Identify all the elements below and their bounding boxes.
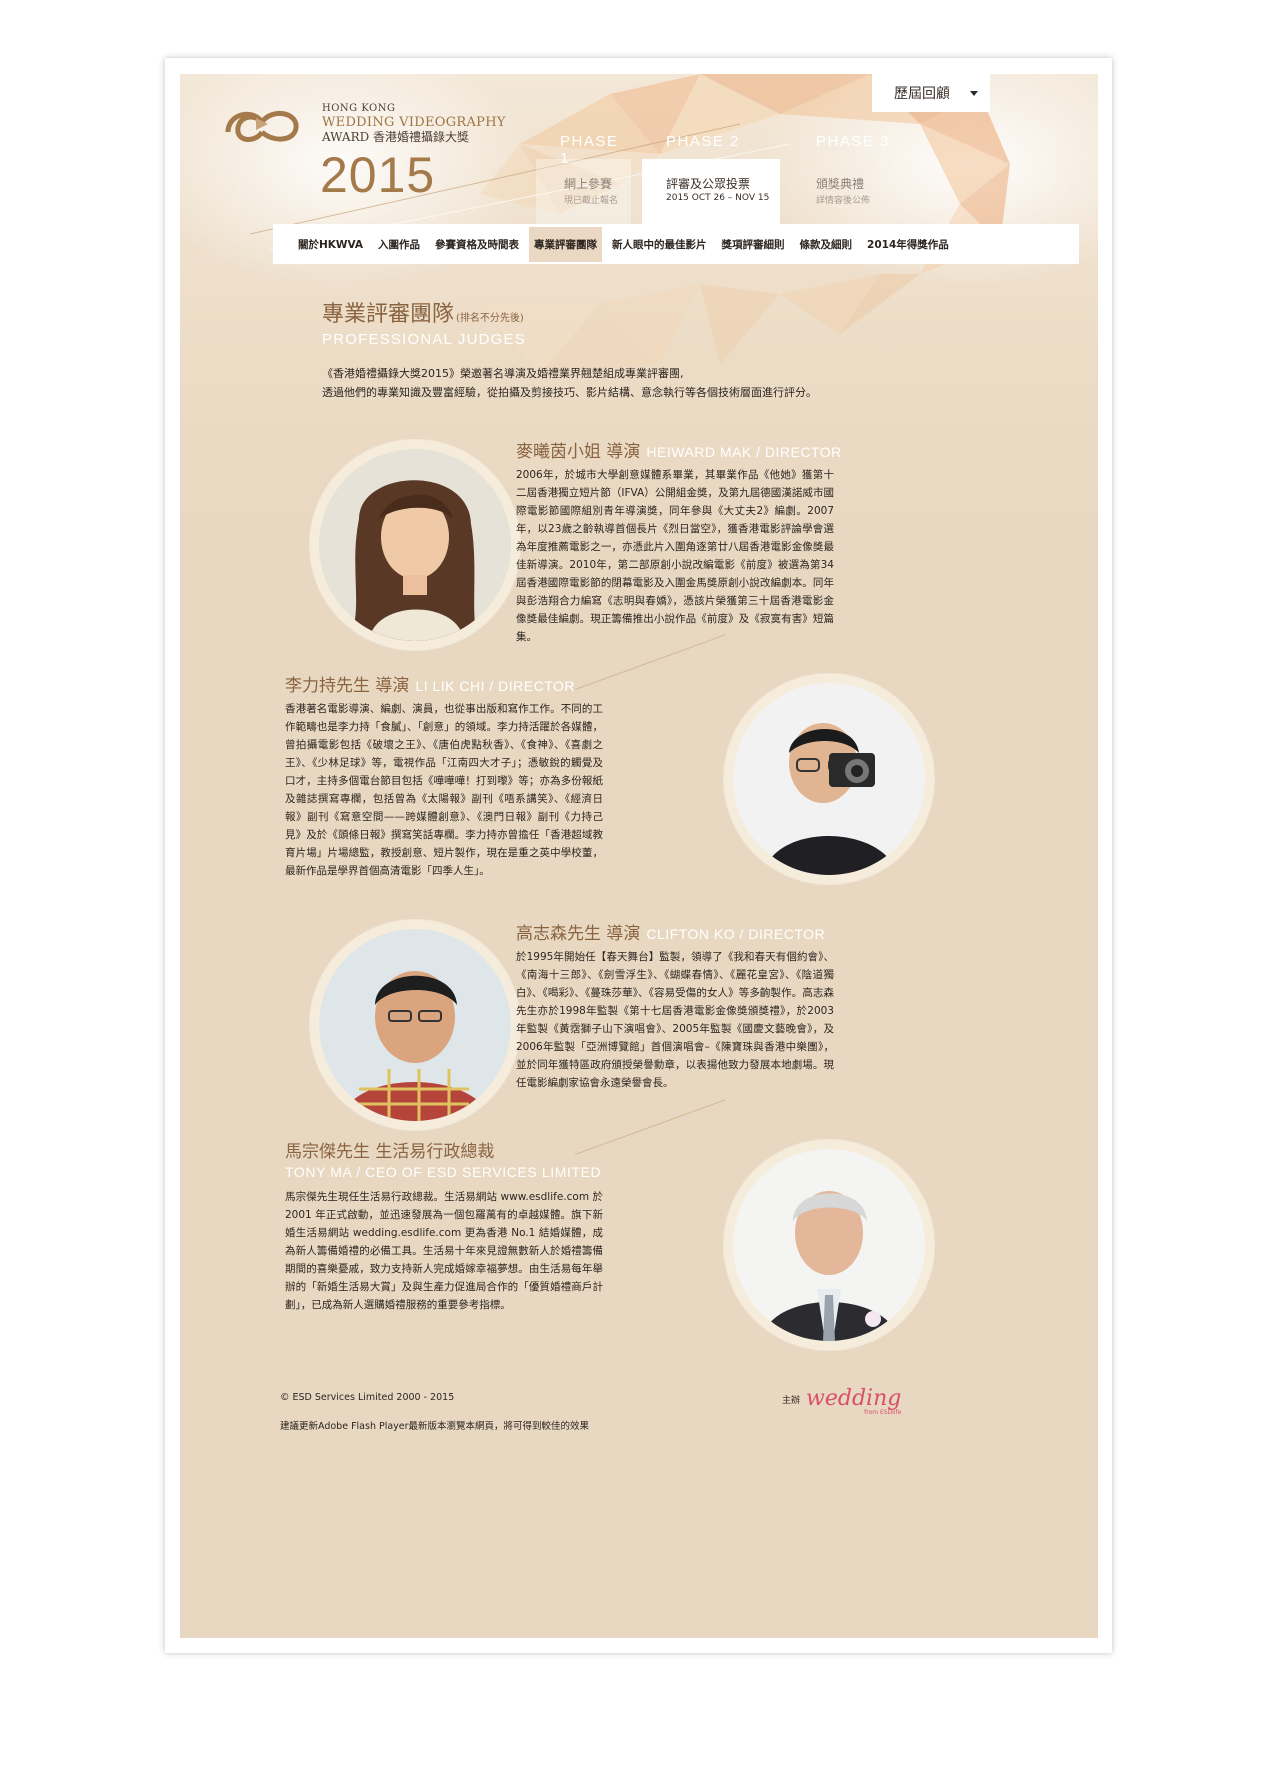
divider-line [574, 1099, 726, 1155]
judge-bio-li-lik-chi: 香港著名電影導演、編劇、演員，也從事出版和寫作工作。不同的工作範疇也是李力持「食… [285, 703, 603, 877]
judge-photo-li-lik-chi [724, 674, 934, 884]
nav-item-about[interactable]: 關於HKWVA [293, 227, 368, 262]
portrait-woman-icon [319, 449, 511, 641]
sponsor-label: 主辦 [782, 1396, 801, 1406]
sponsor-brand-sub: from ESDlife [864, 1409, 902, 1416]
logo-line3: AWARD 香港婚禮攝錄大獎 [322, 130, 470, 144]
nav-item-judging-criteria[interactable]: 獎項評審細則 [717, 227, 790, 262]
judge-photo-image [319, 929, 511, 1121]
phase-1-title: 網上參賽 [564, 177, 613, 191]
page-subtitle: PROFESSIONAL JUDGES [322, 331, 526, 348]
sponsor-brand: wedding [806, 1386, 902, 1411]
judge-name-clifton-ko: 高志森先生 導演 CLIFTON KO / DIRECTOR [516, 919, 825, 944]
judge-name-tony-ma: 馬宗傑先生 生活易行政總裁 [285, 1137, 494, 1162]
portrait-man-camera-icon [733, 683, 925, 875]
nav-item-couples-choice[interactable]: 新人眼中的最佳影片 [607, 227, 712, 262]
award-logo-text: HONG KONG WEDDING VIDEOGRAPHY AWARD 香港婚禮… [322, 103, 506, 144]
phase-2-title: 評審及公眾投票 [666, 177, 751, 191]
phase-2-sub: 2015 OCT 26 – NOV 15 [666, 193, 770, 203]
award-logo-icon [225, 111, 299, 142]
page-title-note: (排名不分先後) [456, 313, 524, 324]
phase-1-sub: 現已截止報名 [564, 196, 619, 206]
logo-line2: WEDDING VIDEOGRAPHY [322, 115, 506, 130]
judge-photo-image [733, 683, 925, 875]
judge-bio-clifton-ko: 於1995年開始任【春天舞台】監製，領導了《我和春天有個約會》、《南海十三郎》、… [516, 951, 834, 1089]
chevron-down-icon [970, 91, 978, 96]
phase-3-label: PHASE 3 [816, 133, 890, 150]
page-canvas: 歷屆回顧 HONG KONG WEDDING VIDEOGRAPHY AWARD… [180, 74, 1098, 1638]
logo-line1: HONG KONG [322, 103, 396, 114]
footer-sponsor[interactable]: 主辦 wedding from ESDlife [782, 1386, 902, 1417]
nav-item-2014-winners[interactable]: 2014年得獎作品 [862, 227, 954, 262]
portrait-man-suit-icon [733, 1149, 925, 1341]
portrait-man-plaid-icon [319, 929, 511, 1121]
nav-item-eligibility[interactable]: 參賽資格及時間表 [430, 227, 524, 262]
nav-item-finalists[interactable]: 入圍作品 [373, 227, 425, 262]
judge-photo-image [733, 1149, 925, 1341]
logo-year: 2015 [320, 147, 436, 203]
intro-text: 《香港婚禮攝錄大獎2015》榮邀著名導演及婚禮業界翹楚組成專業評審團, 透過他們… [322, 364, 942, 402]
footer-flash-note: 建議更新Adobe Flash Player最新版本瀏覽本網頁，將可得到較佳的效… [280, 1421, 590, 1432]
sponsor-logo: wedding from ESDlife [806, 1386, 902, 1417]
judge-name-en: LI LIK CHI / DIRECTOR [415, 678, 576, 694]
judge-name-en: CLIFTON KO / DIRECTOR [646, 926, 826, 942]
judge-photo-tony-ma [724, 1140, 934, 1350]
judge-name-zh: 麥曦茵小姐 導演 [516, 442, 641, 462]
archive-select-label: 歷屆回顧 [894, 86, 950, 102]
judge-name-zh: 高志森先生 導演 [516, 924, 641, 944]
judge-photo-image [319, 449, 511, 641]
main-nav: 關於HKWVA 入圍作品 參賽資格及時間表 專業評審團隊 新人眼中的最佳影片 獎… [273, 224, 1079, 264]
judge-name-en: HEIWARD MAK / DIRECTOR [646, 444, 842, 460]
phase-2-label: PHASE 2 [666, 133, 740, 150]
judge-name-li-lik-chi: 李力持先生 導演 LI LIK CHI / DIRECTOR [285, 671, 575, 696]
phase-3-sub: 詳情容後公佈 [816, 196, 871, 206]
judge-bio-heiward-mak: 2006年，於城市大學創意媒體系畢業，其畢業作品《他她》獲第十二屆香港獨立短片節… [516, 469, 834, 643]
page-title: 專業評審團隊 (排名不分先後) [322, 296, 524, 328]
judge-photo-heiward-mak [310, 440, 520, 650]
nav-item-judges[interactable]: 專業評審團隊 [529, 226, 603, 262]
intro-line-2: 透過他們的專業知識及豐富經驗，從拍攝及剪接技巧、影片結構、意念執行等各個技術層面… [322, 386, 817, 399]
judge-name-heiward-mak: 麥曦茵小姐 導演 HEIWARD MAK / DIRECTOR [516, 437, 842, 462]
intro-line-1: 《香港婚禮攝錄大獎2015》榮邀著名導演及婚禮業界翹楚組成專業評審團, [322, 367, 684, 380]
footer-copyright: © ESD Services Limited 2000 - 2015 [280, 1392, 455, 1403]
judge-title-tony-ma: TONY MA / CEO OF ESD SERVICES LIMITED [285, 1164, 602, 1180]
judge-name-zh: 馬宗傑先生 生活易行政總裁 [285, 1142, 495, 1162]
page-title-text: 專業評審團隊 [322, 302, 455, 327]
judge-bio-tony-ma: 馬宗傑先生現任生活易行政總裁。生活易網站 www.esdlife.com 於 2… [285, 1191, 603, 1311]
phase-1-label: PHASE 1 [560, 133, 619, 167]
judge-name-zh: 李力持先生 導演 [285, 676, 410, 696]
archive-select[interactable]: 歷屆回顧 [872, 74, 990, 112]
nav-item-terms[interactable]: 條款及細則 [795, 227, 858, 262]
judge-photo-clifton-ko [310, 920, 520, 1130]
phase-3-title: 頒獎典禮 [816, 177, 865, 191]
